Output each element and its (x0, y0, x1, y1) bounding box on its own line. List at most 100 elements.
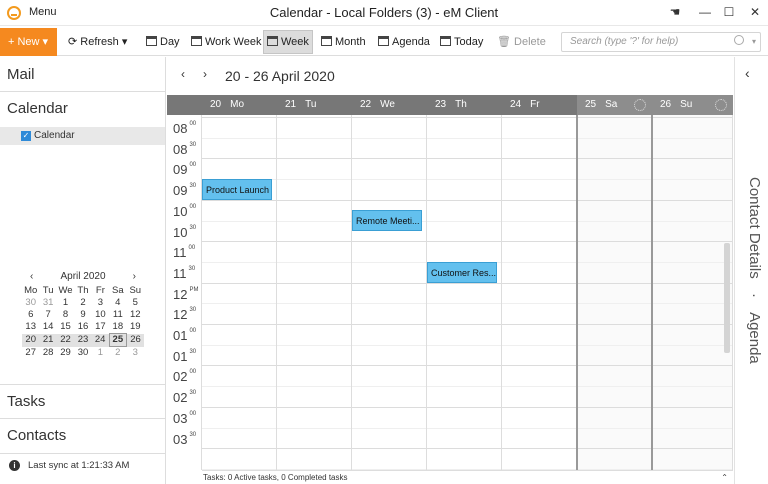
mini-calendar-day[interactable]: 28 (39, 347, 56, 360)
today-button[interactable]: Today (440, 28, 483, 56)
tab-agenda[interactable]: Agenda (746, 312, 763, 364)
mini-calendar-day[interactable]: 22 (56, 333, 75, 347)
divider (0, 418, 165, 419)
date-range-title: 20 - 26 April 2020 (225, 68, 335, 84)
chevron-left-icon[interactable]: ‹ (181, 67, 185, 81)
minimize-button[interactable]: — (694, 2, 716, 22)
chevron-right-icon[interactable]: › (203, 67, 207, 81)
mini-calendar-day[interactable]: 17 (92, 321, 109, 334)
calendar-event[interactable]: Remote Meeti... (352, 210, 422, 232)
new-button[interactable]: + New ▾ (0, 28, 57, 56)
time-grid[interactable]: 08 00 08 30 09 00 09 30 10 00 10 30 11 00 11 30 12 PM 12 30… (167, 115, 733, 470)
calendar-folder-item[interactable]: ✓ Calendar (0, 127, 165, 145)
mini-calendar-day[interactable]: 4 (109, 297, 126, 309)
sidebar-item-contacts[interactable]: Contacts (0, 420, 165, 452)
day-header[interactable]: 21 Tu (277, 95, 352, 115)
hour-label: 10 00 (173, 203, 197, 219)
mini-calendar-day[interactable]: 18 (109, 321, 126, 334)
mini-calendar-day[interactable]: 30 (74, 347, 91, 360)
mini-calendar-day[interactable]: 1 (92, 347, 109, 360)
mini-calendar-day[interactable]: 30 (22, 297, 39, 309)
month-button[interactable]: Month (321, 28, 366, 56)
close-button[interactable]: ✕ (744, 2, 766, 22)
day-number: 21 (285, 99, 297, 110)
mini-calendar-day[interactable]: 15 (57, 321, 74, 334)
hand-icon[interactable]: ☚ (664, 2, 686, 22)
delete-button[interactable]: 🗑 Delete (497, 28, 546, 56)
mini-calendar-day[interactable]: 14 (39, 321, 56, 334)
calendar-event[interactable]: Product Launch (202, 179, 272, 201)
time-slot-line (202, 324, 733, 325)
search-input[interactable]: Search (type '?' for help) ▾ (561, 32, 761, 52)
mini-calendar-day[interactable]: 21 (39, 333, 57, 347)
time-slot-line (202, 137, 733, 139)
mini-calendar-today[interactable]: 25 (108, 333, 128, 347)
mini-calendar-day[interactable]: 26 (126, 333, 144, 347)
mini-calendar-day[interactable]: 29 (57, 347, 74, 360)
tab-separator: · (746, 292, 763, 298)
mini-calendar-day[interactable]: 12 (127, 309, 144, 321)
mini-calendar-day[interactable]: 1 (57, 297, 74, 309)
chevron-up-icon[interactable]: ⌃ (721, 471, 728, 484)
chevron-left-icon[interactable]: ‹ (30, 269, 33, 285)
week-button[interactable]: Week (263, 30, 313, 54)
refresh-button[interactable]: ⟳ Refresh ▾ (68, 28, 127, 56)
mini-calendar-day[interactable]: 5 (127, 297, 144, 309)
day-header[interactable]: 20 Mo (202, 95, 277, 115)
day-header-row: 20 Mo 21 Tu 22 We 23 Th 24 Fr 25 Sa 26 Su (167, 95, 733, 115)
mini-calendar-day[interactable]: 10 (92, 309, 109, 321)
mini-calendar-day[interactable]: 2 (109, 347, 126, 360)
day-column-divider (651, 115, 653, 470)
mini-calendar-day[interactable]: 27 (22, 347, 39, 360)
work-week-label: Work Week (205, 36, 262, 48)
maximize-button[interactable]: ☐ (718, 2, 740, 22)
agenda-button[interactable]: Agenda (378, 28, 430, 56)
mini-calendar-day[interactable]: 13 (22, 321, 39, 334)
mini-calendar-day[interactable]: 24 (91, 333, 110, 347)
divider (0, 384, 165, 385)
day-header[interactable]: 24 Fr (502, 95, 577, 115)
mini-calendar-day[interactable]: 20 (22, 333, 40, 347)
scrollbar[interactable] (724, 243, 730, 353)
sidebar-item-mail[interactable]: Mail (0, 59, 165, 91)
day-name: Fr (530, 99, 540, 110)
mini-calendar-day[interactable]: 19 (127, 321, 144, 334)
mini-calendar-day[interactable]: 9 (74, 309, 91, 321)
calendar-event[interactable]: Customer Res... (427, 261, 497, 283)
day-header[interactable]: 26 Su (652, 95, 733, 115)
day-header[interactable]: 23 Th (427, 95, 502, 115)
mini-calendar-day[interactable]: 8 (57, 309, 74, 321)
hour-label: 08 30 (173, 141, 197, 157)
mini-calendar-day[interactable]: 3 (127, 347, 144, 360)
month-label: Month (335, 36, 366, 48)
search-placeholder: Search (type '?' for help) (570, 36, 679, 47)
day-button[interactable]: Day (146, 28, 180, 56)
chevron-left-icon[interactable]: ‹ (745, 65, 750, 81)
toolbar: + New ▾ ⟳ Refresh ▾ Day Work Week Week M… (0, 28, 768, 56)
calendar-day-icon (146, 36, 157, 46)
search-icon[interactable] (734, 35, 744, 45)
mini-calendar: ‹ April 2020 › Mo Tu We Th Fr Sa Su 30 3… (22, 269, 144, 359)
mini-calendar-day[interactable]: 2 (74, 297, 91, 309)
tab-contact-details[interactable]: Contact Details (746, 177, 763, 279)
sidebar-item-tasks[interactable]: Tasks (0, 386, 165, 418)
chevron-down-icon[interactable]: ▾ (752, 33, 756, 51)
calendar-work-week-icon (191, 36, 202, 46)
time-slot-line (202, 179, 733, 181)
mini-calendar-day[interactable]: 23 (74, 333, 92, 347)
work-week-button[interactable]: Work Week (191, 28, 261, 56)
day-header[interactable]: 25 Sa (577, 95, 652, 115)
mini-calendar-day[interactable]: 31 (39, 297, 56, 309)
day-label: Day (160, 36, 180, 48)
sidebar-item-calendar[interactable]: Calendar (0, 93, 165, 125)
checkbox-checked-icon[interactable]: ✓ (21, 131, 31, 141)
agenda-icon (378, 36, 389, 46)
calendar-week-icon (267, 36, 278, 46)
mini-calendar-day[interactable]: 6 (22, 309, 39, 321)
mini-calendar-day[interactable]: 11 (109, 309, 126, 321)
mini-calendar-day[interactable]: 16 (74, 321, 91, 334)
mini-calendar-day[interactable]: 3 (92, 297, 109, 309)
mini-calendar-day[interactable]: 7 (39, 309, 56, 321)
day-header[interactable]: 22 We (352, 95, 427, 115)
chevron-right-icon[interactable]: › (133, 269, 136, 285)
